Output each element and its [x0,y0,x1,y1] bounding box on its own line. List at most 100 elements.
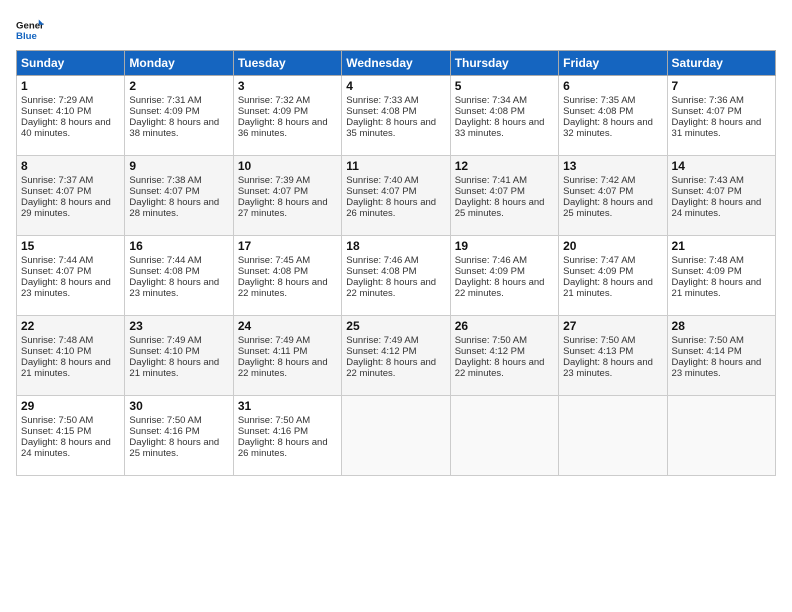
day-number: 11 [346,159,445,173]
sunrise: Sunrise: 7:34 AM [455,95,527,106]
sunset: Sunset: 4:08 PM [238,266,308,277]
sunrise: Sunrise: 7:37 AM [21,175,93,186]
sunset: Sunset: 4:15 PM [21,426,91,437]
sunrise: Sunrise: 7:50 AM [672,335,744,346]
sunrise: Sunrise: 7:50 AM [563,335,635,346]
sunrise: Sunrise: 7:46 AM [455,255,527,266]
daylight-label: Daylight: 8 hours and 23 minutes. [21,277,111,299]
sunrise: Sunrise: 7:50 AM [455,335,527,346]
sunrise: Sunrise: 7:47 AM [563,255,635,266]
daylight-label: Daylight: 8 hours and 36 minutes. [238,117,328,139]
daylight-label: Daylight: 8 hours and 23 minutes. [672,357,762,379]
sunrise: Sunrise: 7:50 AM [238,415,310,426]
day-number: 14 [672,159,771,173]
sunrise: Sunrise: 7:44 AM [129,255,201,266]
day-cell: 13Sunrise: 7:42 AMSunset: 4:07 PMDayligh… [559,156,667,236]
daylight-label: Daylight: 8 hours and 32 minutes. [563,117,653,139]
day-number: 31 [238,399,337,413]
sunset: Sunset: 4:08 PM [129,266,199,277]
sunset: Sunset: 4:07 PM [346,186,416,197]
sunset: Sunset: 4:09 PM [129,106,199,117]
day-number: 7 [672,79,771,93]
day-number: 25 [346,319,445,333]
header-day-tuesday: Tuesday [233,51,341,76]
day-cell: 22Sunrise: 7:48 AMSunset: 4:10 PMDayligh… [17,316,125,396]
sunset: Sunset: 4:08 PM [563,106,633,117]
daylight-label: Daylight: 8 hours and 27 minutes. [238,197,328,219]
day-number: 8 [21,159,120,173]
day-cell [667,396,775,476]
logo: General Blue [16,16,44,44]
day-number: 9 [129,159,228,173]
day-cell: 10Sunrise: 7:39 AMSunset: 4:07 PMDayligh… [233,156,341,236]
sunset: Sunset: 4:07 PM [563,186,633,197]
week-row-2: 8Sunrise: 7:37 AMSunset: 4:07 PMDaylight… [17,156,776,236]
svg-text:Blue: Blue [16,31,37,42]
day-number: 17 [238,239,337,253]
day-cell: 12Sunrise: 7:41 AMSunset: 4:07 PMDayligh… [450,156,558,236]
sunrise: Sunrise: 7:43 AM [672,175,744,186]
day-cell: 16Sunrise: 7:44 AMSunset: 4:08 PMDayligh… [125,236,233,316]
day-number: 1 [21,79,120,93]
sunset: Sunset: 4:07 PM [672,186,742,197]
daylight-label: Daylight: 8 hours and 31 minutes. [672,117,762,139]
daylight-label: Daylight: 8 hours and 22 minutes. [238,357,328,379]
header-day-saturday: Saturday [667,51,775,76]
sunset: Sunset: 4:08 PM [346,266,416,277]
day-cell: 8Sunrise: 7:37 AMSunset: 4:07 PMDaylight… [17,156,125,236]
sunrise: Sunrise: 7:49 AM [129,335,201,346]
header-day-monday: Monday [125,51,233,76]
sunset: Sunset: 4:14 PM [672,346,742,357]
day-cell: 28 Sunrise: 7:50 AMSunset: 4:14 PMDayligh… [667,316,775,396]
sunrise: Sunrise: 7:38 AM [129,175,201,186]
day-number: 28 [672,319,771,333]
day-cell: 26Sunrise: 7:50 AMSunset: 4:12 PMDayligh… [450,316,558,396]
day-cell: 30Sunrise: 7:50 AMSunset: 4:16 PMDayligh… [125,396,233,476]
day-number: 24 [238,319,337,333]
day-cell: 4Sunrise: 7:33 AMSunset: 4:08 PMDaylight… [342,76,450,156]
day-number: 26 [455,319,554,333]
day-cell: 19Sunrise: 7:46 AMSunset: 4:09 PMDayligh… [450,236,558,316]
day-number: 10 [238,159,337,173]
sunset: Sunset: 4:08 PM [346,106,416,117]
daylight-label: Daylight: 8 hours and 22 minutes. [346,277,436,299]
daylight-label: Daylight: 8 hours and 22 minutes. [455,357,545,379]
header-day-wednesday: Wednesday [342,51,450,76]
sunrise: Sunrise: 7:45 AM [238,255,310,266]
day-cell [450,396,558,476]
daylight-label: Daylight: 8 hours and 21 minutes. [21,357,111,379]
sunset: Sunset: 4:10 PM [21,346,91,357]
sunrise: Sunrise: 7:46 AM [346,255,418,266]
daylight-label: Daylight: 8 hours and 23 minutes. [563,357,653,379]
daylight-label: Daylight: 8 hours and 21 minutes. [672,277,762,299]
sunset: Sunset: 4:07 PM [129,186,199,197]
day-cell: 3Sunrise: 7:32 AMSunset: 4:09 PMDaylight… [233,76,341,156]
daylight-label: Daylight: 8 hours and 24 minutes. [672,197,762,219]
day-cell: 17Sunrise: 7:45 AMSunset: 4:08 PMDayligh… [233,236,341,316]
sunrise: Sunrise: 7:35 AM [563,95,635,106]
sunset: Sunset: 4:07 PM [672,106,742,117]
daylight-label: Daylight: 8 hours and 33 minutes. [455,117,545,139]
daylight-label: Daylight: 8 hours and 26 minutes. [346,197,436,219]
day-number: 22 [21,319,120,333]
daylight-label: Daylight: 8 hours and 38 minutes. [129,117,219,139]
day-number: 13 [563,159,662,173]
sunset: Sunset: 4:11 PM [238,346,308,357]
day-cell: 11Sunrise: 7:40 AMSunset: 4:07 PMDayligh… [342,156,450,236]
day-number: 27 [563,319,662,333]
sunset: Sunset: 4:09 PM [238,106,308,117]
sunrise: Sunrise: 7:49 AM [238,335,310,346]
day-cell: 20Sunrise: 7:47 AMSunset: 4:09 PMDayligh… [559,236,667,316]
day-cell: 14 Sunrise: 7:43 AMSunset: 4:07 PMDayligh… [667,156,775,236]
sunset: Sunset: 4:10 PM [21,106,91,117]
sunset: Sunset: 4:13 PM [563,346,633,357]
day-cell: 2Sunrise: 7:31 AMSunset: 4:09 PMDaylight… [125,76,233,156]
day-number: 30 [129,399,228,413]
logo-icon: General Blue [16,16,44,44]
daylight-label: Daylight: 8 hours and 26 minutes. [238,437,328,459]
sunset: Sunset: 4:07 PM [455,186,525,197]
daylight-label: Daylight: 8 hours and 35 minutes. [346,117,436,139]
sunset: Sunset: 4:07 PM [238,186,308,197]
sunrise: Sunrise: 7:50 AM [21,415,93,426]
page-header: General Blue [16,16,776,44]
